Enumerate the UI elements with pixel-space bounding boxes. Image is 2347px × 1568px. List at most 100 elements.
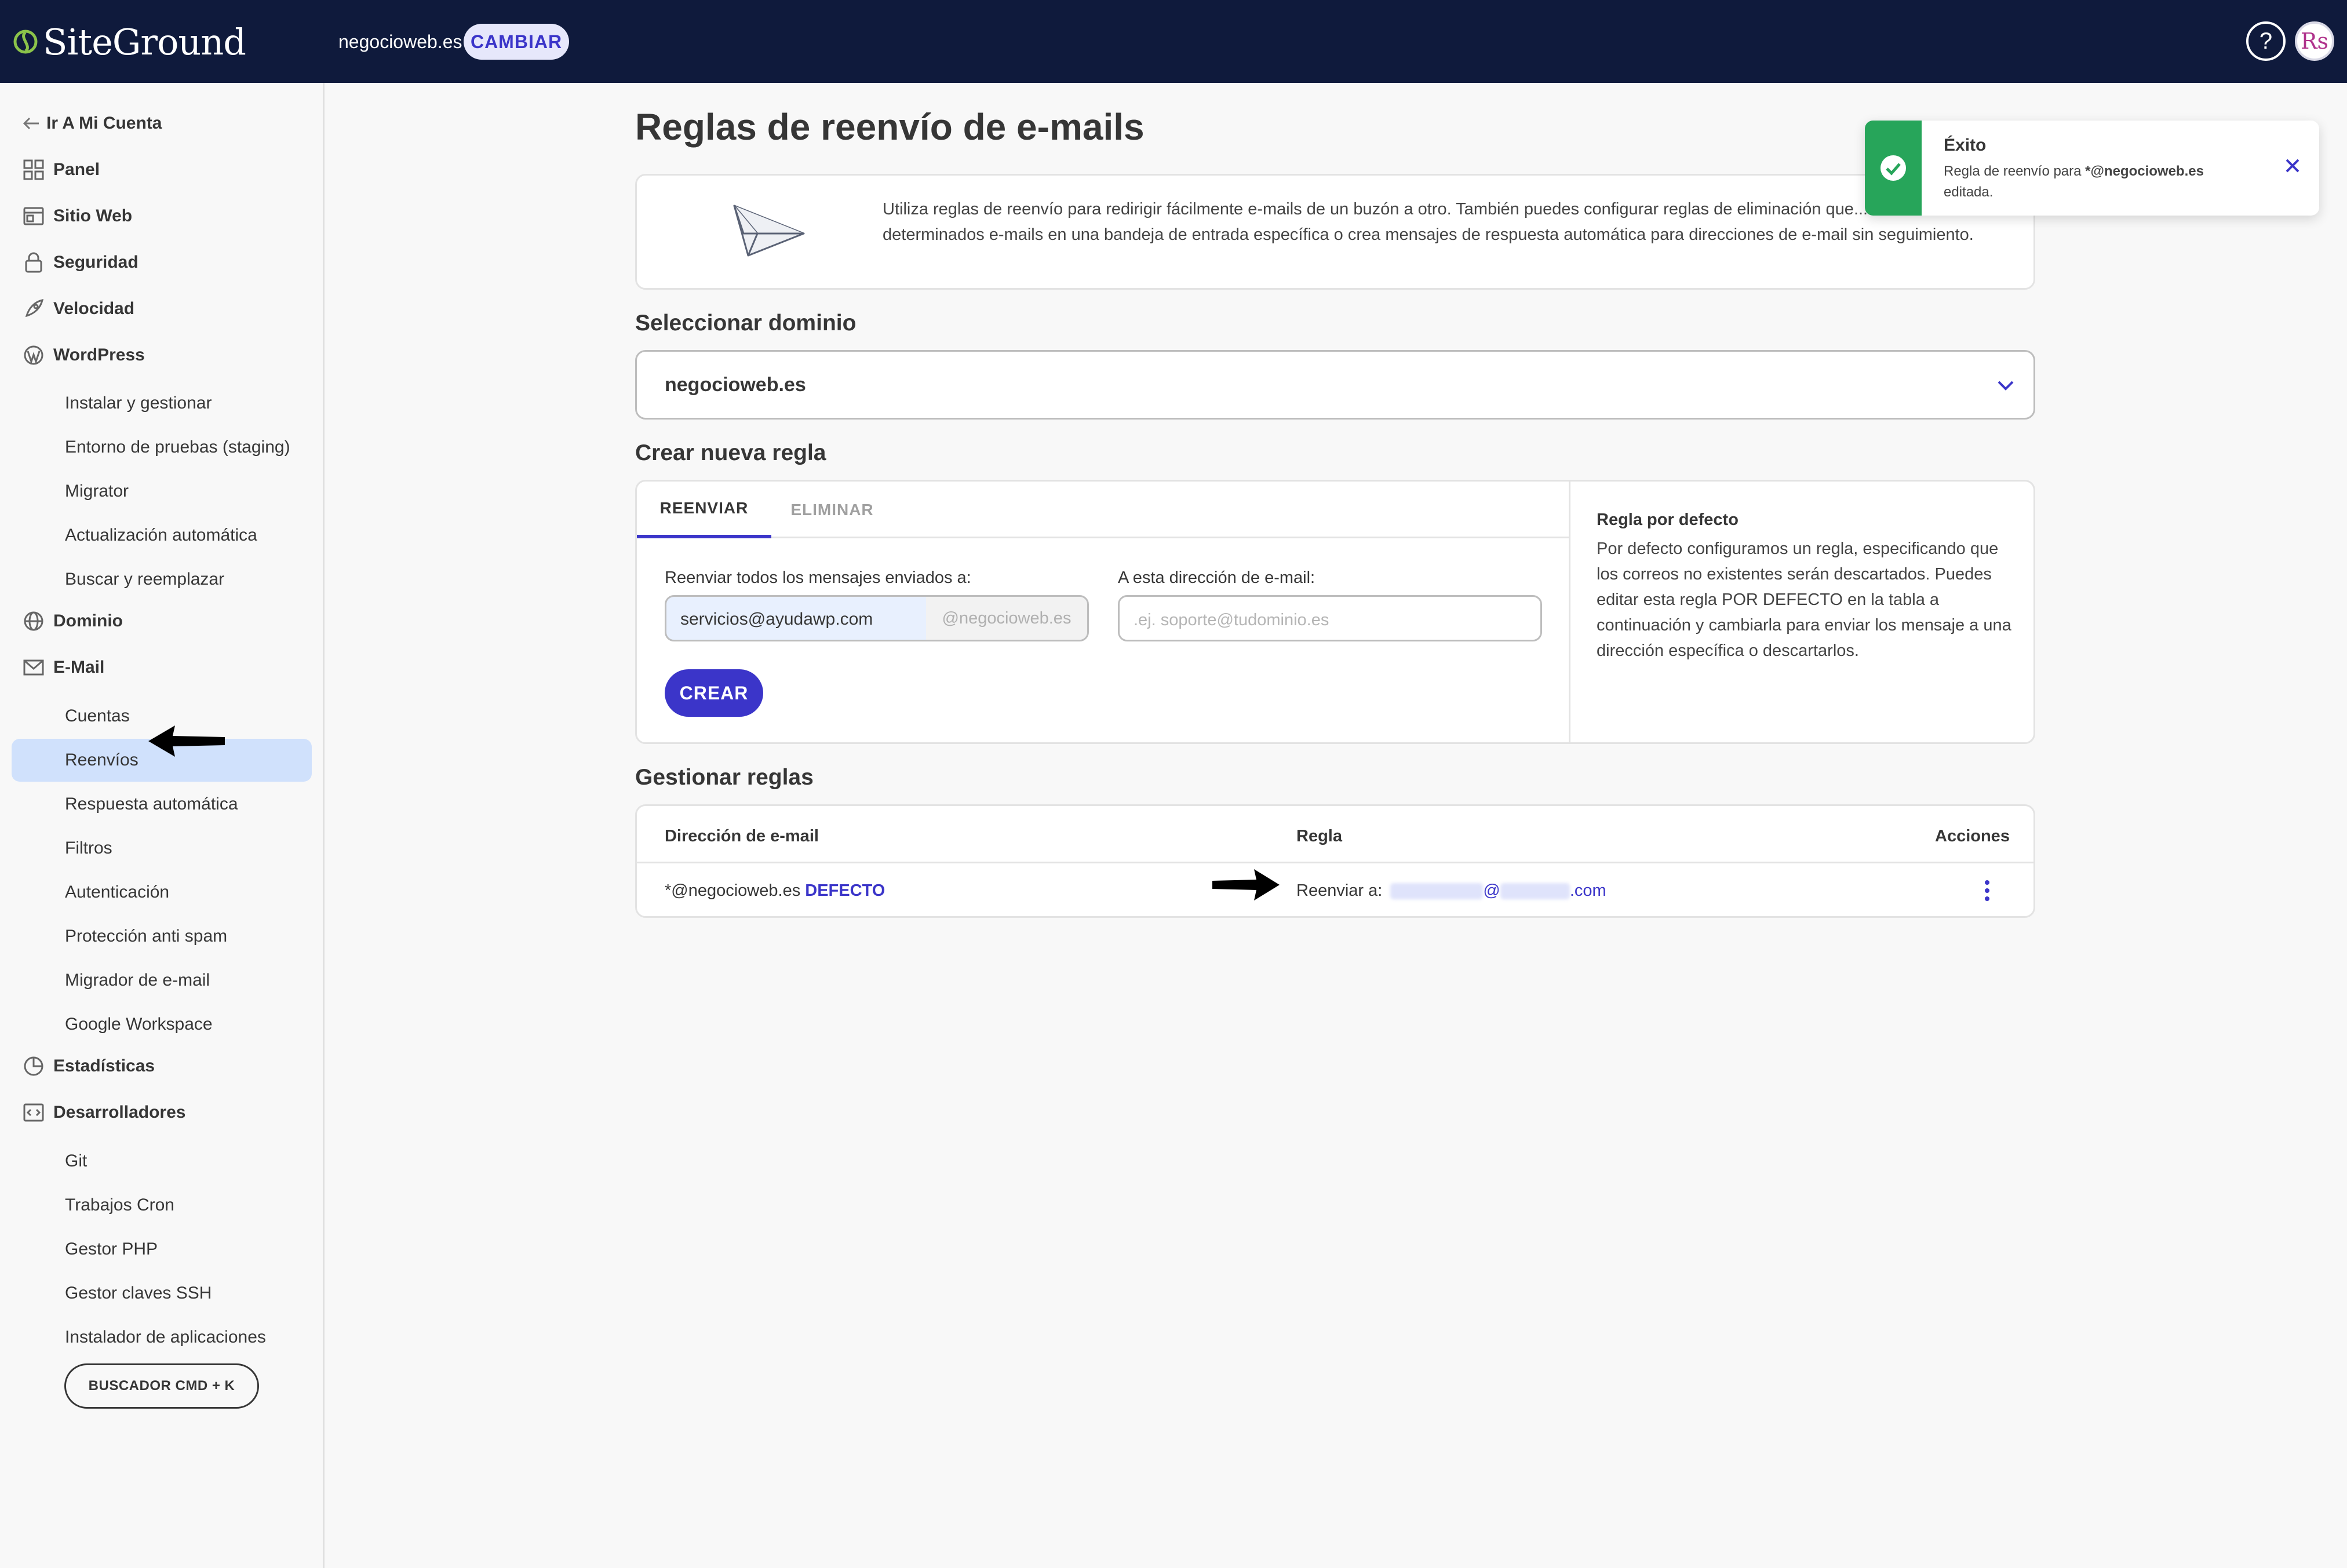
create-button[interactable]: CREAR [665,669,763,717]
sidebar-item-label: Desarrolladores [53,1103,186,1122]
row-actions-menu-icon[interactable] [1980,878,1994,903]
forward-source-input[interactable]: servicios@ayudawp.com @negocioweb.es [665,595,1089,641]
rules-table: Dirección de e-mail Regla Acciones *@neg… [635,804,2035,918]
sidebar-item-label: Migrator [65,482,129,501]
sidebar-item-label: Velocidad [53,299,135,318]
wordpress-icon [22,344,45,367]
back-label: Ir A Mi Cuenta [46,114,162,133]
rule-at-sign: @ [1483,881,1500,900]
sidebar-item-git[interactable]: Git [12,1140,312,1183]
table-row-rule: Reenviar a: @ .com [1296,881,1606,900]
intro-card: Utiliza reglas de reenvío para redirigir… [635,174,2035,290]
rule-tabs: REENVIAR ELIMINAR [637,482,1570,538]
sidebar-item-website[interactable]: Sitio Web [0,199,325,234]
sidebar-item-autoupdate[interactable]: Actualización automática [12,514,312,557]
code-window-icon [22,1101,45,1124]
sidebar-item-label: Gestor PHP [65,1239,158,1259]
sidebar-item-label: Instalar y gestionar [65,393,212,413]
sidebar-item-email-migrator[interactable]: Migrador de e-mail [12,959,312,1002]
command-search-button[interactable]: BUSCADOR CMD + K [64,1363,259,1409]
sidebar-item-filters[interactable]: Filtros [12,827,312,870]
success-toast: Éxito Regla de reenvío para *@negocioweb… [1865,121,2319,216]
redacted-email-domain [1500,883,1570,900]
sidebar-item-install-manage[interactable]: Instalar y gestionar [12,382,312,425]
sidebar-item-label: Filtros [65,838,112,858]
help-icon[interactable]: ? [2246,21,2286,61]
select-domain-title: Seleccionar dominio [635,311,857,336]
sidebar-item-email[interactable]: E-Mail [0,650,325,685]
page-title: Reglas de reenvío de e-mails [635,106,1145,148]
sidebar-item-ssh[interactable]: Gestor claves SSH [12,1272,312,1315]
sidebar-item-speed[interactable]: Velocidad [0,291,325,326]
create-rule-title: Crear nueva regla [635,440,826,465]
card-divider [1569,482,1570,742]
sidebar-item-antispam[interactable]: Protección anti spam [12,915,312,958]
sidebar-item-wordpress[interactable]: WordPress [0,338,325,373]
domain-select[interactable]: negocioweb.es [635,350,2035,420]
arrow-left-icon [20,112,43,135]
sidebar-item-label: Protección anti spam [65,927,228,946]
tab-delete[interactable]: ELIMINAR [771,482,893,538]
domain-suffix: @negocioweb.es [926,597,1087,640]
sidebar-item-migrator[interactable]: Migrator [12,470,312,513]
toast-title: Éxito [1944,136,1987,155]
sidebar-item-label: WordPress [53,345,145,364]
siteground-swirl-icon [13,30,38,54]
top-bar: SiteGround negocioweb.es CAMBIAR ? Rs [0,0,2347,83]
sidebar-item-panel[interactable]: Panel [0,152,325,187]
sidebar-item-developers[interactable]: Desarrolladores [0,1095,325,1130]
paper-plane-icon [733,205,805,257]
forward-label: Reenviar todos los mensajes enviados a: [665,568,971,587]
tab-forward[interactable]: REENVIAR [637,482,771,538]
back-to-account-link[interactable]: Ir A Mi Cuenta [0,106,325,141]
sidebar-item-app-installer[interactable]: Instalador de aplicaciones [12,1316,312,1359]
close-icon[interactable] [2281,154,2304,177]
siteground-logo[interactable]: SiteGround [13,17,246,66]
sidebar-item-domain[interactable]: Dominio [0,604,325,639]
sidebar-item-staging[interactable]: Entorno de pruebas (staging) [12,426,312,469]
sidebar: Ir A Mi Cuenta Panel Sitio Web Seguridad… [0,83,325,1568]
annotation-arrow-sidebar [148,725,225,757]
sidebar-item-php[interactable]: Gestor PHP [12,1228,312,1271]
sidebar-item-search-replace[interactable]: Buscar y reemplazar [12,558,312,601]
sidebar-item-label: Seguridad [53,253,139,272]
current-site-name: negocioweb.es [338,31,462,52]
toast-message-address: *@negocioweb.es [2085,163,2204,179]
forward-source-value: servicios@ayudawp.com [680,610,873,629]
manage-rules-title: Gestionar reglas [635,765,814,790]
table-row-separator [637,862,2033,863]
chevron-down-icon [1998,381,2014,391]
sidebar-item-label: Respuesta automática [65,794,238,814]
change-site-button[interactable]: CAMBIAR [464,24,569,60]
column-header-actions: Acciones [1935,827,2010,845]
sidebar-item-security[interactable]: Seguridad [0,245,325,280]
sidebar-item-label: Trabajos Cron [65,1195,174,1215]
sidebar-item-cron[interactable]: Trabajos Cron [12,1184,312,1227]
rule-address: *@negocioweb.es [665,881,801,900]
default-rule-text: Por defecto configuramos un regla, espec… [1597,539,2011,660]
sidebar-item-statistics[interactable]: Estadísticas [0,1049,325,1084]
sidebar-item-authentication[interactable]: Autenticación [12,871,312,914]
sidebar-item-label: Sitio Web [53,206,133,225]
sidebar-item-autoresponder[interactable]: Respuesta automática [12,783,312,826]
rule-prefix: Reenviar a: [1296,881,1383,900]
intro-description: Utiliza reglas de reenvío para redirigir… [883,200,1974,244]
sidebar-item-label: Estadísticas [53,1056,155,1075]
sidebar-item-google-workspace[interactable]: Google Workspace [12,1003,312,1046]
sidebar-item-label: Panel [53,160,100,179]
sidebar-item-label: Migrador de e-mail [65,971,210,990]
sidebar-item-label: Instalador de aplicaciones [65,1328,266,1347]
globe-icon [22,610,45,633]
sidebar-item-label: Dominio [53,611,123,630]
annotation-arrow-rule [1212,869,1280,900]
sidebar-item-label: Gestor claves SSH [65,1283,212,1303]
website-icon [22,205,45,228]
destination-email-input[interactable]: .ej. soporte@tudominio.es [1118,595,1542,641]
destination-placeholder: .ej. soporte@tudominio.es [1134,611,1329,629]
sidebar-item-label: Google Workspace [65,1015,213,1034]
column-header-rule: Regla [1296,827,1342,845]
table-row-address: *@negocioweb.es DEFECTO [665,881,885,900]
destination-label: A esta dirección de e-mail: [1118,568,1315,587]
avatar[interactable]: Rs [2295,21,2334,61]
sidebar-item-label: Actualización automática [65,526,257,545]
